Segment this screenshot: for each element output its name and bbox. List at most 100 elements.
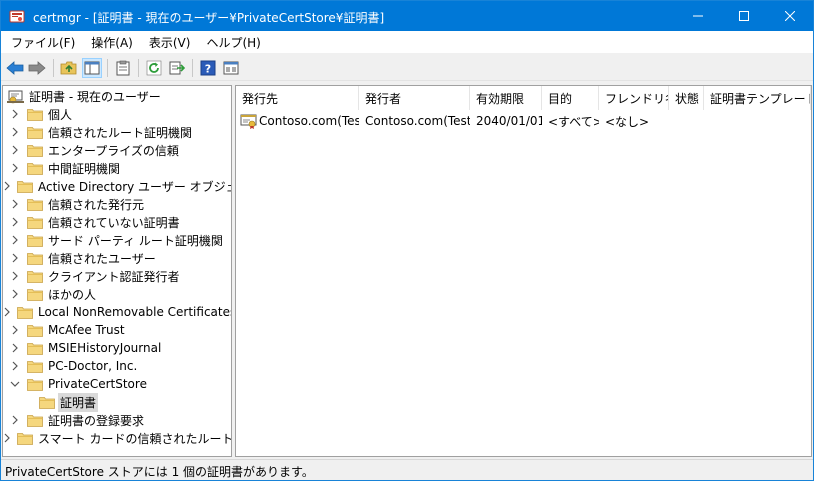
refresh-button[interactable] — [144, 58, 164, 78]
cell-issued-to: Contoso.com(Test) — [236, 112, 359, 130]
chevron-right-icon[interactable] — [9, 288, 21, 300]
column-header-expiration[interactable]: 有効期限 — [470, 86, 542, 110]
tree-item[interactable]: 信頼されたユーザー — [3, 249, 231, 267]
chevron-right-icon[interactable] — [9, 414, 21, 426]
tree-item[interactable]: MSIEHistoryJournal — [3, 339, 231, 357]
cell-purpose: <すべて> — [548, 114, 599, 129]
folder-icon — [27, 323, 43, 337]
tree-item[interactable]: PC-Doctor, Inc. — [3, 357, 231, 375]
tree-item-label: Local NonRemovable Certificates — [38, 305, 232, 319]
chevron-right-icon[interactable] — [9, 198, 21, 210]
column-label: 目的 — [548, 91, 573, 106]
toolbar-separator — [192, 59, 193, 77]
chevron-down-icon[interactable] — [9, 378, 21, 390]
cell-status — [669, 112, 704, 130]
window-title: certmgr - [証明書 - 現在のユーザー¥PrivateCertStor… — [33, 11, 385, 25]
tree-item-label: 証明書 — [58, 392, 99, 412]
column-header-purpose[interactable]: 目的 — [542, 86, 599, 110]
menu-action[interactable]: 操作(A) — [85, 34, 139, 51]
console-tree[interactable]: 証明書 - 現在のユーザー 個人 信頼されたルート証明機関エンタープライズの信頼中… — [2, 85, 232, 457]
toolbar: ? — [1, 55, 813, 81]
forward-button[interactable] — [27, 58, 47, 78]
chevron-right-icon[interactable] — [9, 162, 21, 174]
column-header-issued-by[interactable]: 発行者 — [359, 86, 470, 110]
column-header-status[interactable]: 状態 — [669, 86, 704, 110]
show-hide-console-tree-button[interactable] — [82, 58, 102, 78]
tree-item[interactable]: エンタープライズの信頼 — [3, 141, 231, 159]
tree-item[interactable]: 信頼されたルート証明機関 — [3, 123, 231, 141]
chevron-right-icon[interactable] — [3, 180, 11, 192]
certmgr-app-icon[interactable] — [9, 8, 25, 24]
tree-item[interactable]: 信頼されていない証明書 — [3, 213, 231, 231]
status-text: PrivateCertStore ストアには 1 個の証明書があります。 — [5, 465, 314, 479]
tree-item[interactable]: 個人 — [3, 105, 231, 123]
maximize-button[interactable] — [721, 1, 767, 31]
menu-view[interactable]: 表示(V) — [143, 34, 197, 51]
column-header-friendly-name[interactable]: フレンドリ名 — [599, 86, 669, 110]
column-header-issued-to[interactable]: 発行先 ^ — [236, 86, 359, 110]
tree-item-label: 信頼されたユーザー — [48, 251, 156, 266]
chevron-right-icon[interactable] — [9, 360, 21, 372]
back-button[interactable] — [5, 58, 25, 78]
tree-item-label: スマート カードの信頼されたルート — [38, 431, 232, 446]
chevron-right-icon[interactable] — [9, 342, 21, 354]
column-label: 発行先 — [242, 91, 279, 106]
minimize-button[interactable] — [675, 1, 721, 31]
chevron-right-icon[interactable] — [9, 144, 21, 156]
folder-icon — [27, 161, 43, 175]
title-bar[interactable]: certmgr - [証明書 - 現在のユーザー¥PrivateCertStor… — [1, 1, 813, 31]
chevron-right-icon[interactable] — [3, 432, 11, 444]
tree-item[interactable]: Active Directory ユーザー オブジェクト — [3, 177, 231, 195]
column-header-template[interactable]: 証明書テンプレート — [704, 86, 811, 110]
tree-root[interactable]: 証明書 - 現在のユーザー — [3, 87, 231, 105]
tree-item[interactable]: スマート カードの信頼されたルート — [3, 429, 231, 447]
forward-arrow-icon — [28, 61, 46, 75]
tree-item-label: エンタープライズの信頼 — [48, 143, 179, 158]
tree-item[interactable]: PrivateCertStore — [3, 375, 231, 393]
cell-text: Contoso.com(Test) — [259, 114, 359, 128]
tree-item[interactable]: サード パーティ ルート証明機関 — [3, 231, 231, 249]
tree-item[interactable]: 信頼された発行元 — [3, 195, 231, 213]
chevron-right-icon[interactable] — [3, 306, 11, 318]
menu-help[interactable]: ヘルプ(H) — [200, 34, 266, 51]
properties-button[interactable] — [113, 58, 133, 78]
folder-icon — [27, 107, 43, 121]
chevron-right-icon[interactable] — [9, 216, 21, 228]
tree-item[interactable]: 証明書 — [3, 392, 231, 412]
toolbar-separator — [107, 59, 108, 77]
tree-item-label: MSIEHistoryJournal — [48, 341, 162, 355]
tree-item[interactable]: ほかの人 — [3, 285, 231, 303]
chevron-right-icon[interactable] — [9, 126, 21, 138]
chevron-right-icon[interactable] — [9, 108, 21, 120]
tree-item-label: 中間証明機関 — [48, 161, 121, 176]
up-one-level-button[interactable] — [59, 58, 79, 78]
column-label: 状態 — [675, 91, 700, 106]
export-list-button[interactable] — [167, 58, 187, 78]
chevron-right-icon[interactable] — [9, 324, 21, 336]
chevron-right-icon[interactable] — [9, 234, 21, 246]
tree-item[interactable]: Local NonRemovable Certificates — [3, 303, 231, 321]
tree-item[interactable]: McAfee Trust — [3, 321, 231, 339]
maximize-icon — [739, 11, 749, 21]
folder-icon — [17, 431, 33, 445]
tree-item[interactable]: 中間証明機関 — [3, 159, 231, 177]
folder-icon — [27, 341, 43, 355]
table-row[interactable]: Contoso.com(Test) Contoso.com(Test) 2040… — [236, 112, 811, 130]
tree-item[interactable]: 証明書の登録要求 — [3, 411, 231, 429]
tree-item-label: PrivateCertStore — [48, 377, 147, 391]
close-button[interactable] — [767, 1, 813, 31]
help-button[interactable]: ? — [198, 58, 218, 78]
chevron-right-icon[interactable] — [9, 252, 21, 264]
up-folder-icon — [60, 61, 77, 75]
folder-icon — [27, 143, 43, 157]
certificate-list[interactable]: 発行先 ^ 発行者 有効期限 目的 フレンドリ名 状態 証明書テンプレート — [235, 85, 812, 457]
tree-item[interactable]: クライアント認証発行者 — [3, 267, 231, 285]
folder-icon — [27, 377, 43, 391]
status-bar: PrivateCertStore ストアには 1 個の証明書があります。 — [1, 459, 813, 480]
chevron-right-icon[interactable] — [9, 270, 21, 282]
certificate-store-root-icon — [7, 88, 25, 104]
mmc-console-button[interactable] — [221, 58, 241, 78]
menu-file[interactable]: ファイル(F) — [5, 34, 81, 51]
certificate-icon — [240, 113, 258, 129]
folder-icon — [27, 125, 43, 139]
